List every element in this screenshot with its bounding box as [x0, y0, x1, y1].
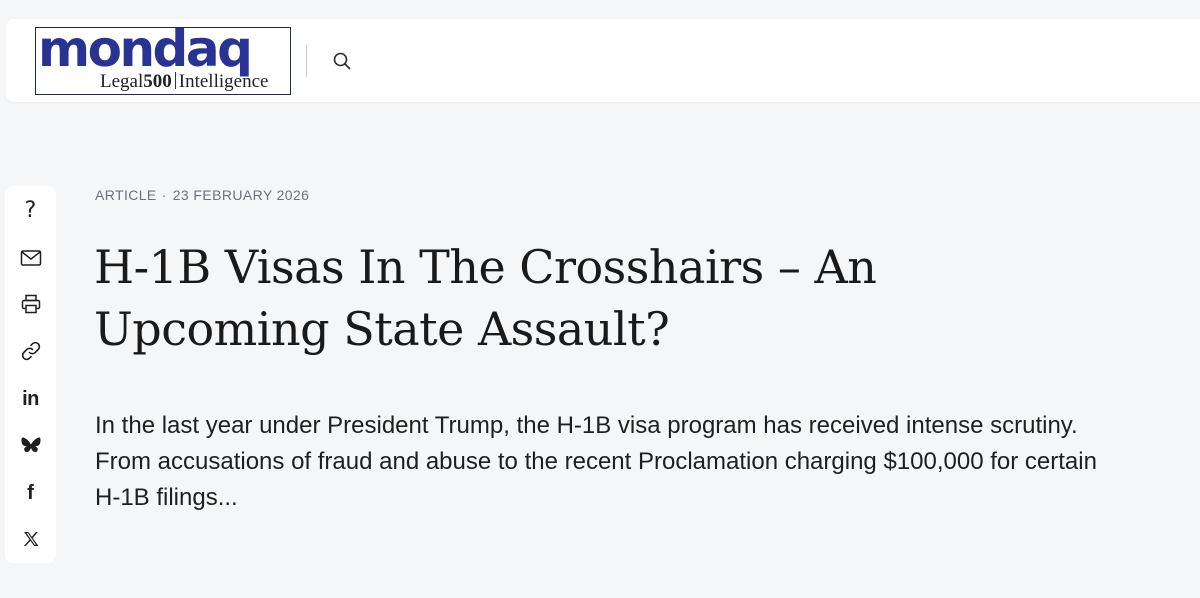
article-summary: In the last year under President Trump, …	[95, 412, 1097, 511]
link-icon	[21, 341, 40, 361]
meta-separator: ·	[161, 187, 167, 203]
article-date: 23 FEBRUARY 2026	[172, 187, 310, 203]
share-toolbar: ? in f	[5, 186, 56, 563]
logo-tagline-legal: Legal	[100, 71, 144, 92]
logo-tagline: Legal500 Intelligence	[100, 72, 268, 91]
article-type: ARTICLE	[95, 187, 157, 203]
logo-tagline-500: 500	[143, 71, 172, 92]
site-header: mondaq Legal500 Intelligence	[6, 19, 1200, 102]
share-item-facebook[interactable]: f	[5, 476, 56, 510]
search-icon	[333, 52, 351, 70]
share-item-bluesky[interactable]	[5, 429, 56, 463]
logo-tagline-divider	[174, 72, 176, 89]
share-item-copy-link[interactable]	[5, 334, 56, 368]
mail-icon	[20, 250, 41, 266]
share-item-print[interactable]	[5, 287, 56, 321]
share-item-help[interactable]: ?	[5, 194, 56, 228]
printer-icon	[21, 294, 40, 314]
share-item-email[interactable]	[5, 241, 56, 275]
search-button[interactable]	[328, 47, 356, 75]
header-divider	[306, 45, 307, 77]
facebook-icon: f	[27, 481, 34, 504]
share-item-linkedin[interactable]: in	[5, 382, 56, 416]
article-meta: ARTICLE · 23 FEBRUARY 2026	[95, 187, 309, 203]
bluesky-icon	[20, 437, 41, 453]
linkedin-icon: in	[22, 387, 39, 410]
article-title: H-1B Visas In The Crosshairs – An Upcomi…	[94, 240, 877, 356]
share-item-x[interactable]	[5, 522, 56, 556]
question-icon: ?	[24, 198, 37, 223]
logo-wordmark: mondaq	[38, 27, 253, 78]
logo-tagline-intelligence: Intelligence	[178, 71, 269, 92]
x-icon	[23, 532, 38, 546]
mondaq-logo[interactable]: mondaq Legal500 Intelligence	[35, 27, 291, 95]
